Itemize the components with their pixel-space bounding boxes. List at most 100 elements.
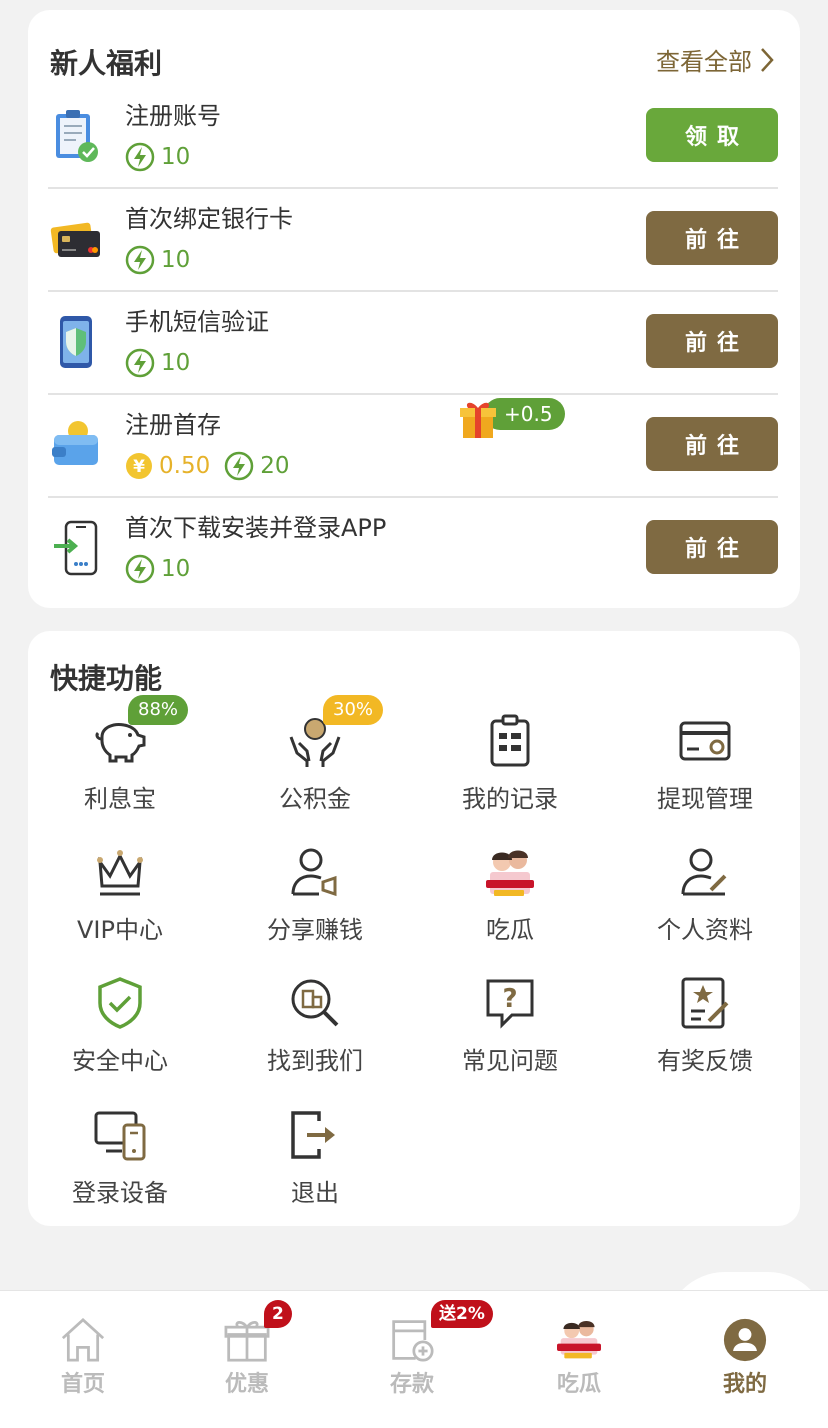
shield-check-icon xyxy=(98,977,142,1029)
grid-label: 分享赚钱 xyxy=(267,916,363,944)
card-settings-icon xyxy=(679,721,731,761)
grid-label: 提现管理 xyxy=(657,785,753,813)
grid-label: 吃瓜 xyxy=(486,916,534,944)
nav-home[interactable]: 首页 xyxy=(28,1318,138,1398)
promo-banner-icon xyxy=(486,850,534,896)
task-name: 注册账号 xyxy=(125,102,221,130)
user-edit-icon xyxy=(681,848,727,896)
chevron-right-icon xyxy=(761,47,774,72)
grid-label: 常见问题 xyxy=(462,1047,558,1075)
points-value: 10 xyxy=(161,350,191,376)
view-all-label: 查看全部 xyxy=(656,48,752,76)
clipboard-icon xyxy=(490,714,530,767)
go-button[interactable]: 前往 xyxy=(646,211,778,265)
welfare-title: 新人福利 xyxy=(50,47,163,80)
home-icon xyxy=(61,1318,105,1362)
grid-label: 登录设备 xyxy=(72,1179,168,1207)
svg-text:?: ? xyxy=(502,984,517,1014)
nav-deposit[interactable]: 存款 送2% xyxy=(357,1300,493,1398)
task-reward: 10 xyxy=(125,348,190,378)
energy-bolt-icon xyxy=(125,348,155,378)
find-us-item[interactable]: 找到我们 xyxy=(223,975,407,1085)
nav-eat-melon[interactable]: 吃瓜 xyxy=(524,1318,634,1398)
claim-button[interactable]: 领取 xyxy=(646,108,778,162)
grid-label: 我的记录 xyxy=(462,785,558,813)
deposit-bonus-badge: 送2% xyxy=(431,1300,493,1328)
task-row: 注册账号 10 领取 xyxy=(48,86,778,189)
task-row: 手机短信验证 10 前往 xyxy=(48,292,778,395)
energy-bolt-icon xyxy=(125,245,155,275)
crown-icon xyxy=(97,850,143,896)
logout-item[interactable]: 退出 xyxy=(223,1107,407,1217)
devices-icon xyxy=(94,1111,146,1161)
withdraw-management-item[interactable]: 提现管理 xyxy=(613,713,797,823)
nav-label: 我的 xyxy=(722,1372,767,1397)
task-reward: ¥ 0.50 20 xyxy=(125,451,290,481)
go-button[interactable]: 前往 xyxy=(646,417,778,471)
quick-functions-card: 快捷功能 88% 利息宝 30% 公积金 我的记录 提现管理 VIP中心 分享赚… xyxy=(28,631,800,1226)
provident-fund-item[interactable]: 30% 公积金 xyxy=(223,695,407,823)
logout-icon xyxy=(291,1111,335,1159)
grid-label: 公积金 xyxy=(279,785,351,813)
nav-label: 吃瓜 xyxy=(556,1372,601,1397)
points-value: 10 xyxy=(161,247,191,273)
task-name: 首次绑定银行卡 xyxy=(125,205,293,233)
svg-text:¥: ¥ xyxy=(133,457,145,477)
view-all-link[interactable]: 查看全部 xyxy=(656,42,774,77)
security-center-item[interactable]: 安全中心 xyxy=(28,975,212,1085)
task-row: 注册首存 +0.5 ¥ 0.50 20 前往 xyxy=(48,395,778,498)
task-reward: 10 xyxy=(125,142,190,172)
search-building-icon xyxy=(291,979,339,1027)
eat-melon-item[interactable]: 吃瓜 xyxy=(418,844,602,954)
nav-promotions[interactable]: 优惠 2 xyxy=(192,1300,302,1398)
feedback-star-icon xyxy=(681,977,729,1029)
grid-label: 安全中心 xyxy=(72,1047,168,1075)
welfare-card: 新人福利 查看全部 注册账号 10 领取 首次绑定银行卡 10 前往 手机短信验… xyxy=(28,10,800,608)
nav-label: 优惠 xyxy=(224,1372,269,1397)
go-button[interactable]: 前往 xyxy=(646,520,778,574)
vip-center-item[interactable]: VIP中心 xyxy=(28,844,212,954)
user-avatar-icon xyxy=(723,1318,767,1362)
user-megaphone-icon xyxy=(291,848,337,897)
phone-shield-icon xyxy=(60,316,92,368)
faq-item[interactable]: ? 常见问题 xyxy=(418,975,602,1085)
points-value: 10 xyxy=(161,556,191,582)
grid-label: 退出 xyxy=(291,1179,339,1207)
quick-title: 快捷功能 xyxy=(50,662,163,695)
nav-label: 存款 xyxy=(389,1372,434,1397)
feedback-reward-item[interactable]: 有奖反馈 xyxy=(613,975,797,1085)
yuan-coin-icon: ¥ xyxy=(126,453,152,479)
nav-label: 首页 xyxy=(60,1372,105,1397)
grid-label: 利息宝 xyxy=(84,785,156,813)
login-devices-item[interactable]: 登录设备 xyxy=(28,1107,212,1217)
task-name: 首次下载安装并登录APP xyxy=(125,514,387,542)
rate-badge: 30% xyxy=(323,695,384,725)
rate-badge: 88% xyxy=(128,695,189,725)
question-bubble-icon: ? xyxy=(486,979,534,1029)
gift-box-icon xyxy=(460,402,496,438)
energy-bolt-icon xyxy=(125,554,155,584)
task-row: 首次下载安装并登录APP 10 前往 xyxy=(48,498,778,601)
task-reward: 10 xyxy=(125,245,190,275)
grid-label: 个人资料 xyxy=(657,916,753,944)
share-earn-item[interactable]: 分享赚钱 xyxy=(223,844,407,954)
grid-label: 有奖反馈 xyxy=(657,1047,753,1075)
my-records-item[interactable]: 我的记录 xyxy=(418,713,602,823)
task-reward: 10 xyxy=(125,554,190,584)
clipboard-check-icon xyxy=(56,110,98,162)
points-value: 10 xyxy=(161,144,191,170)
nav-mine[interactable]: 我的 xyxy=(690,1318,800,1398)
interest-treasure-item[interactable]: 88% 利息宝 xyxy=(28,695,212,823)
task-name: 注册首存 xyxy=(125,411,221,439)
points-value: 20 xyxy=(260,453,290,479)
profile-item[interactable]: 个人资料 xyxy=(613,844,797,954)
task-name: 手机短信验证 xyxy=(125,308,269,336)
phone-login-icon xyxy=(54,520,98,576)
coin-value: 0.50 xyxy=(159,453,211,479)
energy-bolt-icon xyxy=(224,451,254,481)
energy-bolt-icon xyxy=(125,142,155,172)
go-button[interactable]: 前往 xyxy=(646,314,778,368)
wallet-icon xyxy=(52,421,98,465)
grid-label: 找到我们 xyxy=(267,1047,363,1075)
promo-count-badge: 2 xyxy=(264,1300,292,1328)
